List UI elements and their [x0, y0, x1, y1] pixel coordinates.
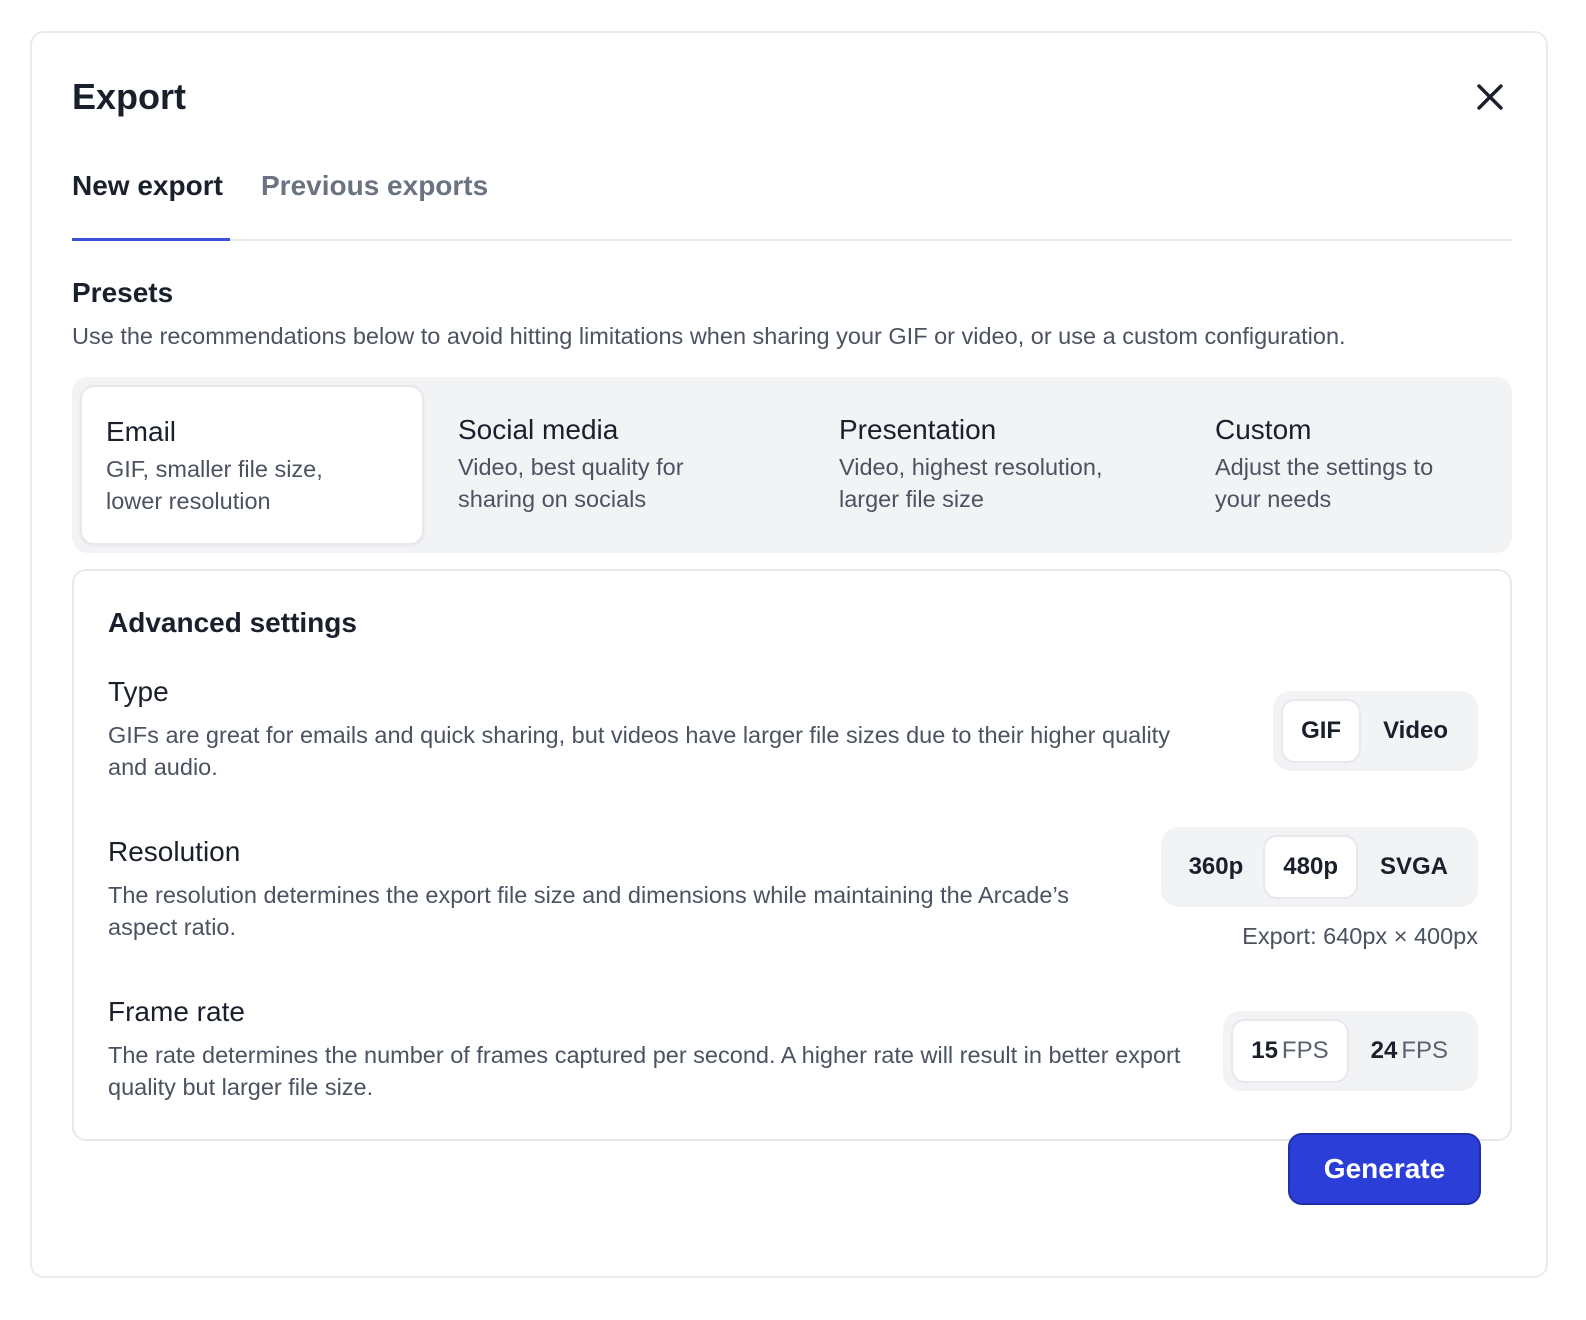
- type-description: GIFs are great for emails and quick shar…: [108, 722, 1170, 780]
- dialog-title: Export: [72, 76, 187, 117]
- dialog-header: Export: [72, 75, 1510, 125]
- active-tab-indicator: [72, 238, 230, 241]
- preset-description: Video, best quality for sharing on socia…: [458, 454, 684, 512]
- type-label: Type: [108, 676, 169, 707]
- frame-rate-label: Frame rate: [108, 996, 245, 1027]
- presets-description: Use the recommendations below to avoid h…: [72, 323, 1346, 349]
- preset-presentation[interactable]: Presentation Video, highest resolution, …: [815, 385, 1185, 545]
- preset-description: GIF, smaller file size, lower resolution: [106, 456, 323, 514]
- frame-rate-option-15[interactable]: 15 FPS: [1231, 1019, 1349, 1083]
- preset-custom[interactable]: Custom Adjust the settings to your needs: [1191, 385, 1505, 545]
- advanced-settings-panel: Advanced settings Type GIFs are great fo…: [72, 569, 1512, 1141]
- preset-name: Email: [106, 416, 177, 447]
- fps-value: 15: [1251, 1037, 1278, 1064]
- preset-description: Adjust the settings to your needs: [1215, 454, 1434, 512]
- type-option-video[interactable]: Video: [1361, 699, 1470, 763]
- preset-email[interactable]: Email GIF, smaller file size, lower reso…: [80, 385, 424, 545]
- tab-new-export[interactable]: New export: [72, 169, 223, 203]
- close-button[interactable]: [1470, 77, 1510, 117]
- type-toggle: GIF Video: [1273, 691, 1478, 771]
- type-option-gif[interactable]: GIF: [1281, 699, 1362, 763]
- generate-button[interactable]: Generate: [1288, 1133, 1481, 1205]
- close-icon: [1477, 84, 1503, 110]
- frame-rate-setting: Frame rate The rate determines the numbe…: [108, 995, 1188, 1103]
- resolution-setting: Resolution The resolution determines the…: [108, 835, 1098, 943]
- resolution-option-360p[interactable]: 360p: [1169, 835, 1264, 899]
- preset-description: Video, highest resolution, larger file s…: [839, 454, 1103, 512]
- tab-bar: New export Previous exports: [72, 163, 1512, 241]
- advanced-settings-heading: Advanced settings: [108, 607, 357, 638]
- export-dimensions: Export: 640px × 400px: [1242, 923, 1478, 949]
- frame-rate-toggle: 15 FPS 24 FPS: [1223, 1011, 1478, 1091]
- tab-previous-exports[interactable]: Previous exports: [261, 169, 488, 203]
- preset-name: Social media: [458, 414, 619, 445]
- type-setting: Type GIFs are great for emails and quick…: [108, 675, 1208, 783]
- resolution-toggle: 360p 480p SVGA: [1160, 827, 1478, 907]
- presets-heading: Presets: [72, 277, 174, 308]
- resolution-option-480p[interactable]: 480p: [1263, 835, 1358, 899]
- fps-unit: FPS: [1281, 1037, 1329, 1064]
- presets-selector: Email GIF, smaller file size, lower reso…: [72, 377, 1512, 553]
- resolution-option-svga[interactable]: SVGA: [1358, 835, 1470, 899]
- export-dialog: Export New export Previous exports Prese…: [30, 31, 1548, 1278]
- preset-name: Presentation: [839, 414, 997, 445]
- frame-rate-option-24[interactable]: 24 FPS: [1349, 1019, 1470, 1083]
- frame-rate-description: The rate determines the number of frames…: [108, 1042, 1181, 1100]
- fps-unit: FPS: [1401, 1037, 1448, 1064]
- resolution-label: Resolution: [108, 836, 241, 867]
- resolution-description: The resolution determines the export fil…: [108, 882, 1069, 940]
- preset-name: Custom: [1215, 414, 1312, 445]
- fps-value: 24: [1370, 1037, 1398, 1064]
- preset-social-media[interactable]: Social media Video, best quality for sha…: [434, 385, 804, 545]
